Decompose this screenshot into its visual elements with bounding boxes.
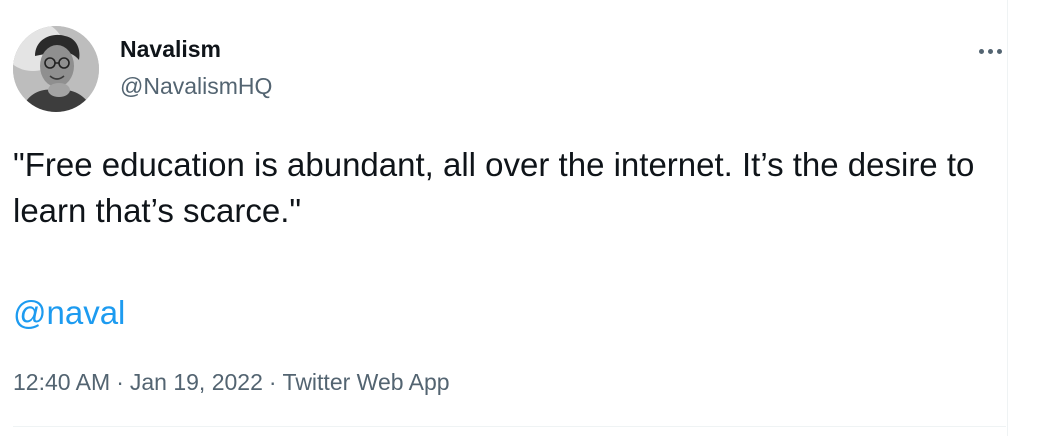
more-dot — [996, 48, 1002, 54]
author-name[interactable]: Navalism — [120, 34, 221, 64]
tweet-meta: 12:40 AM · Jan 19, 2022 · Twitter Web App — [13, 367, 450, 397]
divider — [13, 426, 1006, 427]
tweet-text: "Free education is abundant, all over th… — [13, 146, 975, 229]
more-options-icon[interactable] — [970, 36, 1010, 66]
meta-separator: · — [116, 369, 124, 395]
meta-separator: · — [268, 369, 277, 395]
more-dot — [978, 48, 984, 54]
tweet-source[interactable]: Twitter Web App — [283, 369, 450, 395]
avatar[interactable] — [13, 26, 99, 112]
mention-link[interactable]: @naval — [13, 290, 125, 336]
tweet-card: Navalism @NavalismHQ "Free education is … — [0, 0, 1046, 436]
avatar-image — [13, 26, 99, 112]
column-border — [1007, 0, 1046, 436]
author-handle[interactable]: @NavalismHQ — [120, 71, 272, 101]
tweet-time[interactable]: 12:40 AM — [13, 369, 110, 395]
more-dot — [987, 48, 993, 54]
tweet-date[interactable]: Jan 19, 2022 — [130, 369, 263, 395]
